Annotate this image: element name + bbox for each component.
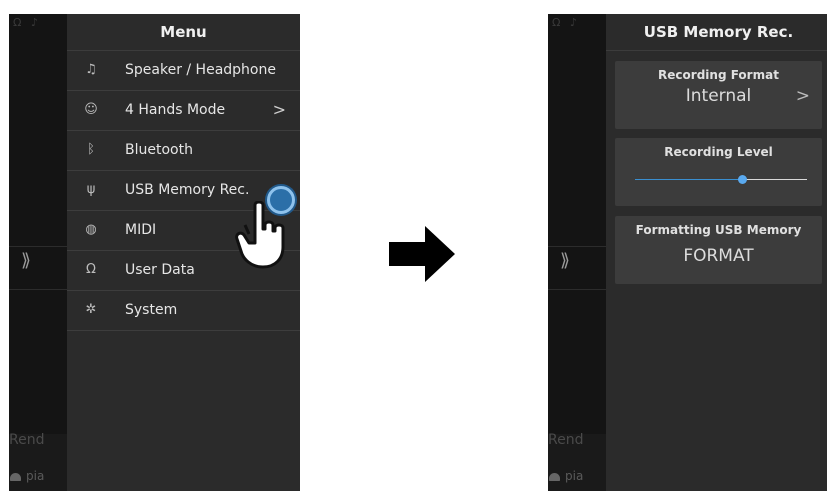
background-text: Rend bbox=[9, 432, 45, 448]
status-icons: Ω ♪ bbox=[13, 16, 39, 29]
recording-format-label: Recording Format bbox=[658, 68, 779, 82]
menu-item-label: User Data bbox=[125, 262, 195, 278]
piano-status: pia bbox=[549, 469, 583, 483]
slider-fill bbox=[635, 179, 742, 180]
divider bbox=[548, 246, 608, 247]
expand-chevron-icon[interactable]: ⟫ bbox=[560, 250, 570, 271]
user-data-icon: Ω bbox=[86, 262, 96, 277]
menu-item-label: USB Memory Rec. bbox=[125, 182, 250, 198]
recording-format-button[interactable]: Recording Format Internal > bbox=[615, 61, 822, 129]
usb-memory-screen: Ω ♪ ⟫ Rend pia USB Memory Rec. Recording … bbox=[548, 14, 827, 491]
piano-icon bbox=[549, 473, 560, 481]
usb-icon: ψ bbox=[86, 182, 96, 197]
bluetooth-icon: ᛒ bbox=[87, 142, 95, 157]
chevron-right-icon: > bbox=[272, 100, 286, 119]
menu-item-label: MIDI bbox=[125, 222, 157, 238]
menu-item-label: Speaker / Headphone bbox=[125, 62, 276, 78]
pointing-hand-icon bbox=[235, 201, 285, 269]
divider bbox=[548, 289, 608, 290]
page-title: USB Memory Rec. bbox=[606, 14, 827, 51]
expand-chevron-icon[interactable]: ⟫ bbox=[21, 250, 31, 271]
menu-title: Menu bbox=[67, 14, 300, 51]
divider bbox=[9, 246, 69, 247]
divider bbox=[9, 289, 69, 290]
four-hands-icon: ☺ bbox=[84, 102, 98, 117]
usb-memory-panel: USB Memory Rec. Recording Format Interna… bbox=[606, 14, 827, 491]
recording-level-slider[interactable] bbox=[635, 175, 807, 184]
menu-item[interactable]: ☺ 4 Hands Mode > bbox=[67, 91, 300, 131]
menu-item-label: 4 Hands Mode bbox=[125, 102, 226, 118]
headphone-icon: ♫ bbox=[85, 62, 97, 77]
status-icons: Ω ♪ bbox=[552, 16, 578, 29]
format-button-label: FORMAT bbox=[683, 246, 754, 266]
recording-format-value: Internal bbox=[685, 86, 752, 106]
system-icon: ✲ bbox=[85, 302, 97, 317]
slider-knob[interactable] bbox=[737, 175, 747, 184]
piano-icon bbox=[10, 473, 21, 481]
format-button[interactable]: Formatting USB Memory FORMAT bbox=[615, 216, 822, 284]
menu-item-label: System bbox=[125, 302, 178, 318]
right-arrow-icon bbox=[389, 226, 455, 282]
recording-level-label: Recording Level bbox=[664, 145, 773, 159]
recording-level-control: Recording Level bbox=[615, 138, 822, 206]
chevron-right-icon: > bbox=[795, 86, 810, 106]
menu-item[interactable]: ᛒ Bluetooth bbox=[67, 131, 300, 171]
background-text: Rend bbox=[548, 432, 584, 448]
menu-list: ♫ Speaker / Headphone ☺ 4 Hands Mode > ᛒ Bluet… bbox=[67, 51, 300, 331]
midi-icon: ◍ bbox=[85, 222, 97, 237]
formatting-label: Formatting USB Memory bbox=[635, 223, 802, 237]
piano-status: pia bbox=[10, 469, 44, 483]
menu-screen: Ω ♪ ⟫ Rend pia Menu ♫ Speaker / Headphone ☺… bbox=[9, 14, 300, 491]
menu-item-label: Bluetooth bbox=[125, 142, 193, 158]
menu-item[interactable]: ✲ System bbox=[67, 291, 300, 331]
menu-item[interactable]: ♫ Speaker / Headphone bbox=[67, 51, 300, 91]
